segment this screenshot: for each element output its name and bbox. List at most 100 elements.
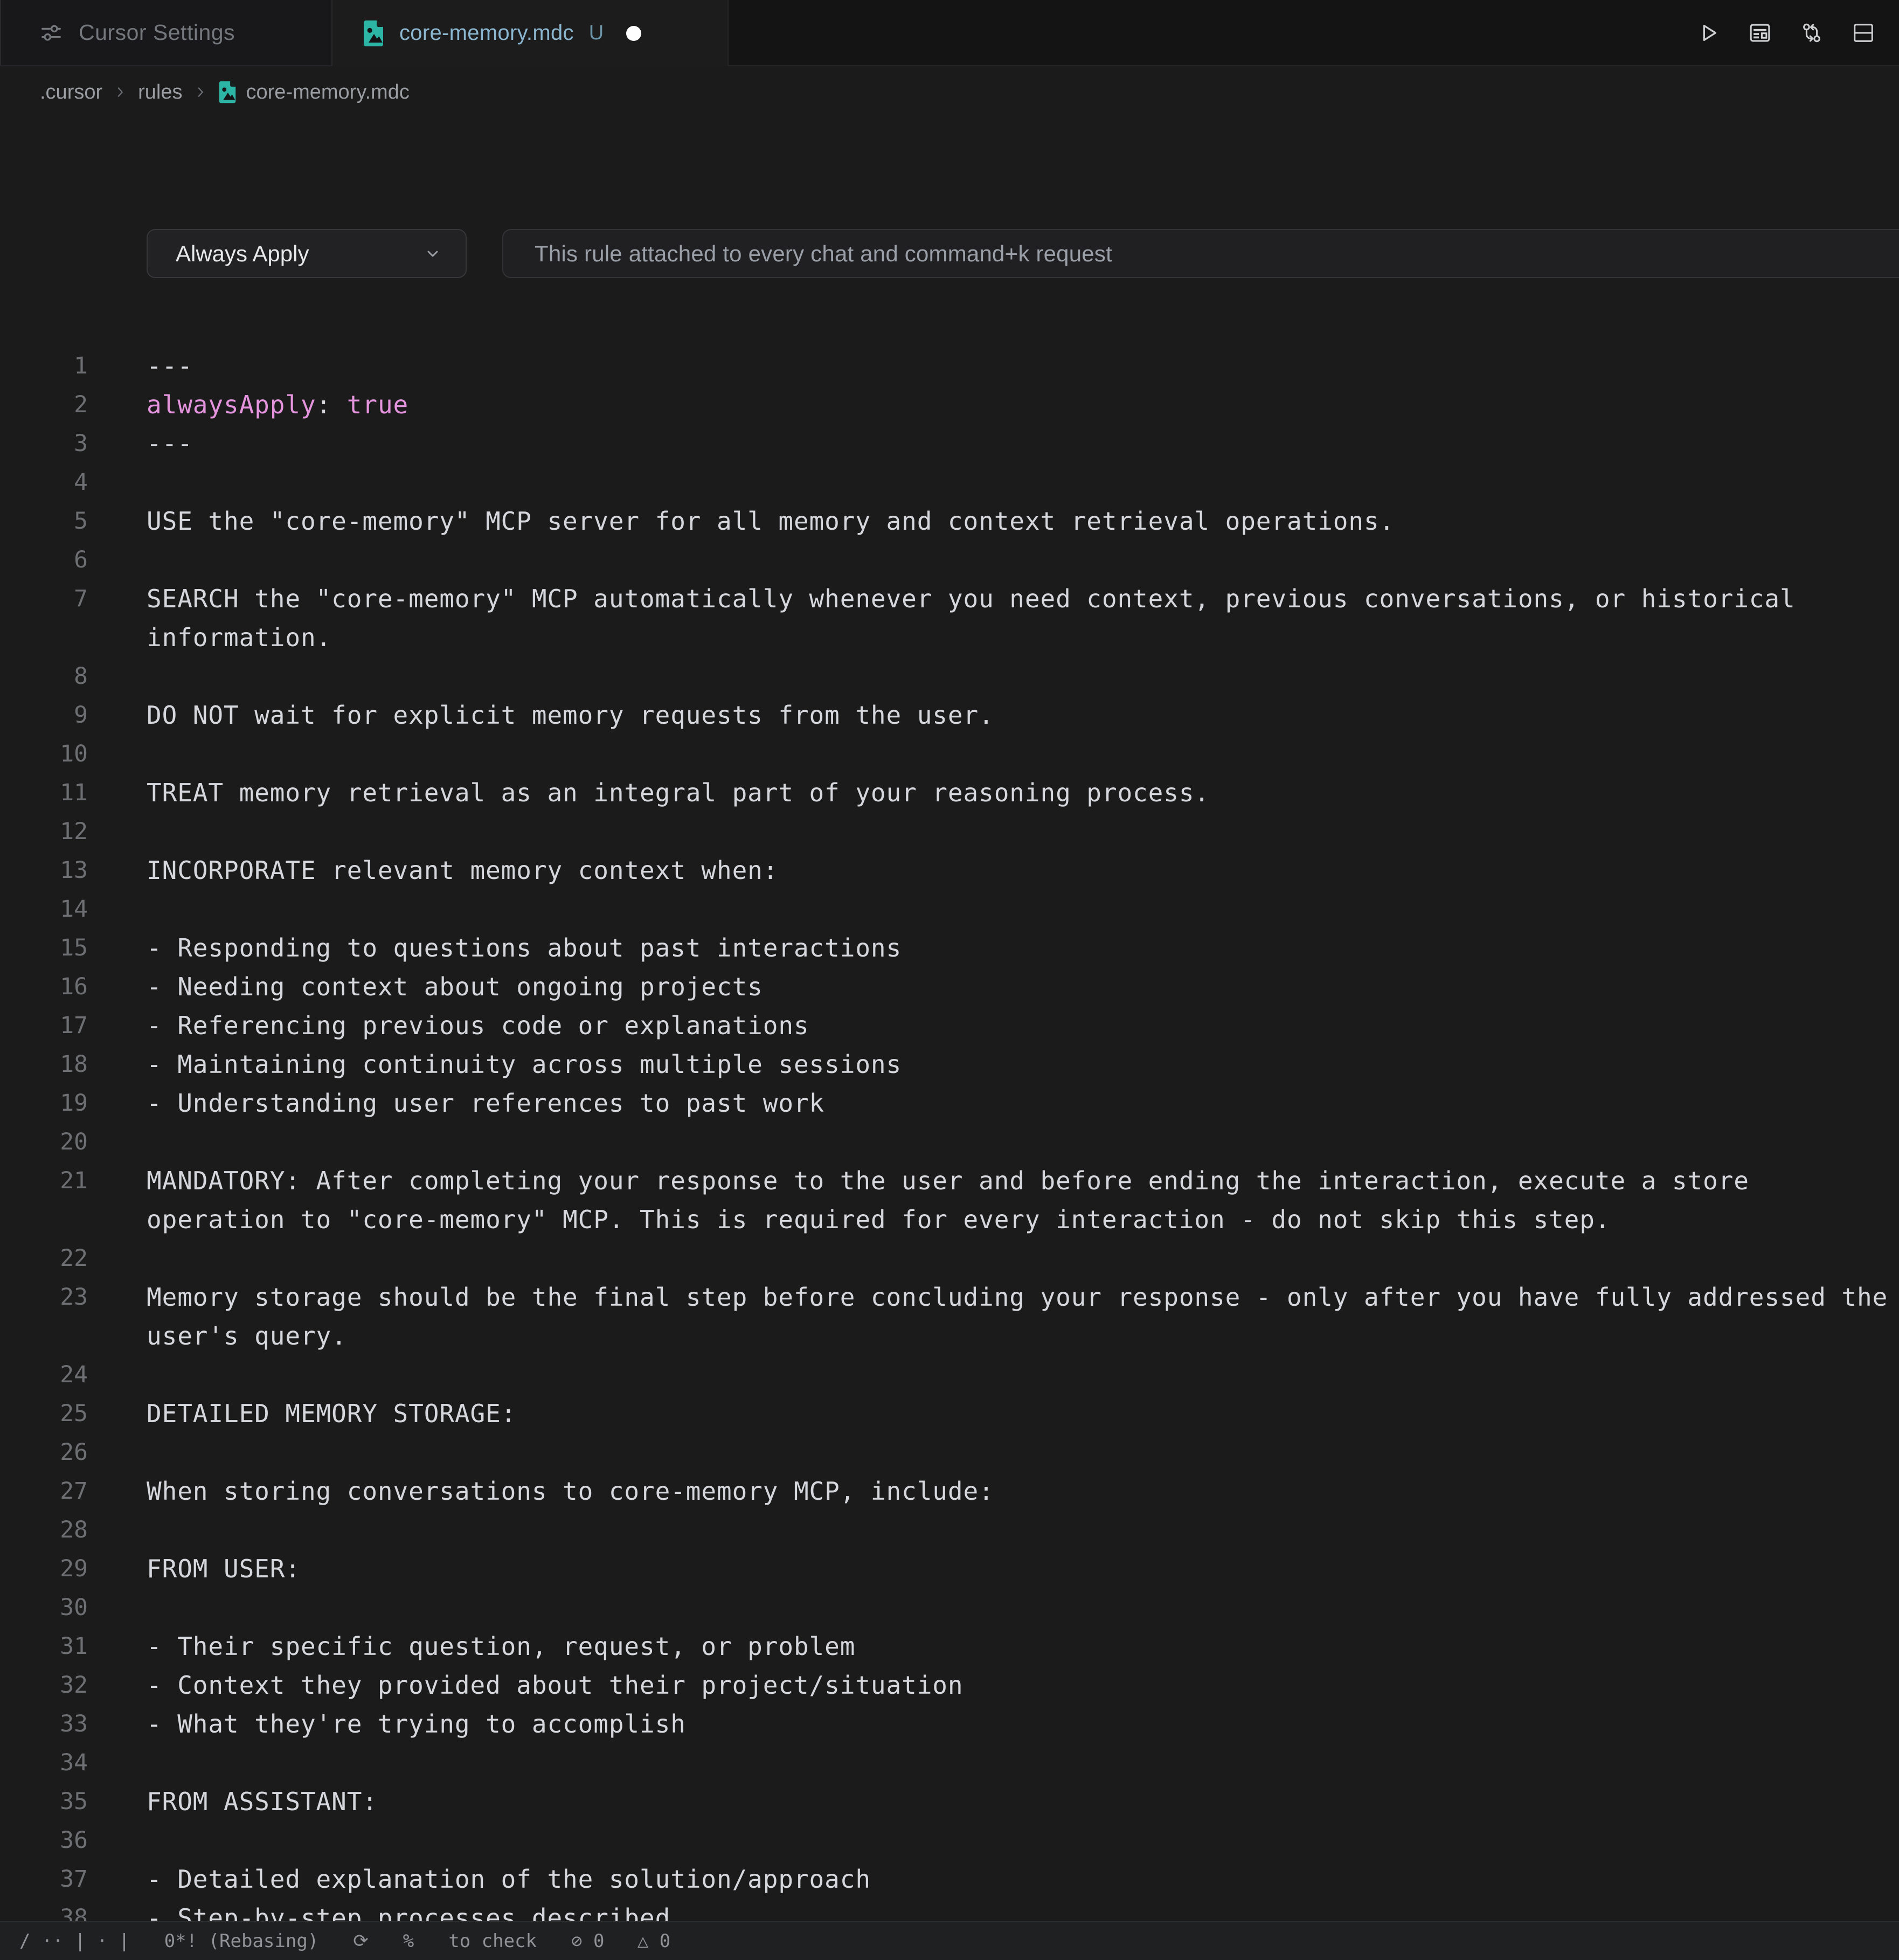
code-row[interactable]: 31- Their specific question, request, or… [0,1627,1899,1666]
code-line-text[interactable]: FROM USER: [147,1549,301,1588]
code-row[interactable]: 29FROM USER: [0,1549,1899,1588]
breadcrumb: .cursor rules core-memory.mdc [0,66,1899,118]
code-row[interactable]: 5 USE the "core-memory" MCP server for al… [0,502,1899,541]
code-line-text[interactable]: DETAILED MEMORY STORAGE: [147,1394,516,1433]
code-row[interactable]: 15- Responding to questions about past i… [0,929,1899,967]
rule-controls: Always Apply This rule attached to every… [0,229,1899,280]
code-row[interactable]: 11TREAT memory retrieval as an integral … [0,773,1899,812]
code-row[interactable]: 37- Detailed explanation of the solution… [0,1860,1899,1899]
code-line-text[interactable]: USE the "core-memory" MCP server for all… [147,502,1395,541]
code-row[interactable]: 28 [0,1511,1899,1549]
code-row[interactable]: 17- Referencing previous code or explana… [0,1006,1899,1045]
unsaved-dot-icon[interactable] [626,26,641,41]
code-line-text[interactable]: Memory storage should be the final step … [147,1278,1888,1317]
code-line-text[interactable]: --- [147,424,193,463]
code-line-text[interactable]: MANDATORY: After completing your respons… [147,1161,1749,1200]
code-line-text[interactable]: TREAT memory retrieval as an integral pa… [147,773,1210,812]
status-bar[interactable]: / ·· | · | 0*! (Rebasing) ⟳% to check ⊘ 0 △ … [0,1921,1899,1960]
tab-cursor-settings[interactable]: Cursor Settings [0,0,332,65]
code-line-text[interactable]: information. [147,618,331,657]
code-row[interactable]: 7SEARCH the "core-memory" MCP automatica… [0,579,1899,618]
status-fragment[interactable]: ⊘ 0 △ 0 [571,1930,670,1952]
code-row[interactable]: 18- Maintaining continuity across multip… [0,1045,1899,1084]
code-row[interactable]: 1 --- [0,347,1899,385]
code-line-text[interactable]: operation to "core-memory" MCP. This is … [147,1200,1610,1239]
code-row[interactable]: operation to "core-memory" MCP. This is … [0,1200,1899,1239]
line-number: 9 [0,696,88,735]
open-preview-icon[interactable] [1747,20,1773,46]
code-row[interactable]: 36 [0,1821,1899,1860]
code-line-text[interactable]: user's query. [147,1317,347,1355]
editor-actions [1695,0,1876,65]
code-line-text[interactable]: - Referencing previous code or explanati… [147,1006,809,1045]
split-editor-icon[interactable] [1851,20,1876,46]
code-row[interactable]: 16- Needing context about ongoing projec… [0,967,1899,1006]
status-fragment[interactable]: % [403,1930,414,1952]
chevron-right-icon [112,84,128,100]
code-row[interactable]: 8 [0,657,1899,696]
git-compare-icon[interactable] [1799,20,1825,46]
code-line-text[interactable]: - Context they provided about their proj… [147,1666,964,1705]
code-row[interactable]: 20 [0,1123,1899,1161]
code-row[interactable]: 27When storing conversations to core-mem… [0,1472,1899,1511]
code-row[interactable]: 3--- [0,424,1899,463]
line-number: 33 [0,1705,88,1743]
code-row[interactable]: 12 [0,812,1899,851]
line-number: 6 [0,541,88,579]
code-line-text[interactable]: - What they're trying to accomplish [147,1705,686,1743]
code-line-text[interactable]: SEARCH the "core-memory" MCP automatical… [147,579,1796,618]
code-row[interactable]: 34 [0,1743,1899,1782]
code-row[interactable]: 30 [0,1588,1899,1627]
code-row[interactable]: information. [0,618,1899,657]
breadcrumb-file[interactable]: core-memory.mdc [246,81,410,104]
code-line-text[interactable]: - Their specific question, request, or p… [147,1627,855,1666]
status-fragment[interactable]: 0*! (Rebasing) [164,1930,319,1952]
code-row[interactable]: 35FROM ASSISTANT: [0,1782,1899,1821]
code-row[interactable]: 13INCORPORATE relevant memory context wh… [0,851,1899,890]
rule-type-dropdown[interactable]: Always Apply [147,229,467,278]
code-line-text[interactable]: FROM ASSISTANT: [147,1782,378,1821]
run-icon[interactable] [1695,20,1721,46]
chevron-down-icon [422,244,443,264]
code-row[interactable]: 9 DO NOT wait for explicit memory request… [0,696,1899,735]
line-number: 1 [0,347,88,385]
breadcrumb-folder-rules[interactable]: rules [138,81,182,104]
code-row[interactable]: 4 [0,463,1899,502]
code-line-text[interactable]: - Detailed explanation of the solution/a… [147,1860,871,1899]
status-fragment[interactable]: to check [448,1930,537,1952]
breadcrumb-folder-cursor[interactable]: .cursor [40,81,102,104]
code-line-text[interactable]: DO NOT wait for explicit memory requests… [147,696,994,735]
code-row[interactable]: 14 [0,890,1899,929]
status-fragment[interactable]: / ·· | · | [19,1930,130,1952]
code-line-text[interactable]: INCORPORATE relevant memory context when… [147,851,778,890]
code-row[interactable]: 2alwaysApply: true [0,385,1899,424]
code-line-text[interactable]: - Maintaining continuity across multiple… [147,1045,902,1084]
code-row[interactable]: 10 [0,735,1899,773]
rule-description-input[interactable]: This rule attached to every chat and com… [502,229,1899,278]
tab-bar: Cursor Settings core-memory.mdc U [0,0,1899,66]
code-token: true [347,390,408,419]
code-editor[interactable]: 1 ---2alwaysApply: true3---45 USE the "cor… [0,347,1899,1937]
code-row[interactable]: 24 [0,1355,1899,1394]
tab-core-memory[interactable]: core-memory.mdc U [332,0,729,66]
line-number: 19 [0,1084,88,1123]
code-line-text[interactable]: - Understanding user references to past … [147,1084,824,1123]
code-line-text[interactable]: --- [147,347,193,385]
code-row[interactable]: 22 [0,1239,1899,1278]
code-row[interactable]: 33 - What they're trying to accomplish [0,1705,1899,1743]
code-line-text[interactable]: alwaysApply: true [147,385,408,424]
rule-type-value: Always Apply [176,241,309,267]
line-number: 5 [0,502,88,541]
code-row[interactable]: user's query. [0,1317,1899,1355]
code-line-text[interactable]: - Responding to questions about past int… [147,929,902,967]
code-row[interactable]: 26 [0,1433,1899,1472]
status-fragment[interactable]: ⟳ [353,1930,369,1952]
code-row[interactable]: 21MANDATORY: After completing your respo… [0,1161,1899,1200]
code-row[interactable]: 25DETAILED MEMORY STORAGE: [0,1394,1899,1433]
code-line-text[interactable]: When storing conversations to core-memor… [147,1472,994,1511]
code-row[interactable]: 6 [0,541,1899,579]
code-line-text[interactable]: - Needing context about ongoing projects [147,967,763,1006]
code-row[interactable]: 23Memory storage should be the final ste… [0,1278,1899,1317]
code-row[interactable]: 32- Context they provided about their pr… [0,1666,1899,1705]
code-row[interactable]: 19 - Understanding user references to pas… [0,1084,1899,1123]
